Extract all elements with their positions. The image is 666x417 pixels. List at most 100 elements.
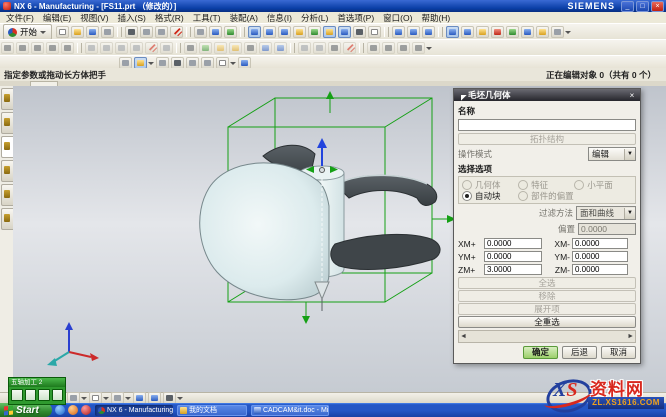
material-icon[interactable]: [506, 26, 519, 38]
rectangle-select-icon[interactable]: [216, 57, 229, 69]
select-arrow-icon[interactable]: [156, 57, 169, 69]
refresh-icon[interactable]: [308, 26, 321, 38]
restore-button[interactable]: □: [636, 1, 649, 12]
select-face-icon[interactable]: [171, 57, 184, 69]
rotate-view-icon[interactable]: [293, 26, 306, 38]
pager-left-icon[interactable]: ◄: [460, 333, 467, 340]
selection-filter-icon[interactable]: [119, 57, 132, 69]
snapshot-icon[interactable]: [536, 26, 549, 38]
undo-icon[interactable]: [194, 26, 207, 38]
new-part-icon[interactable]: [56, 26, 69, 38]
recorder-zoom-icon[interactable]: [25, 389, 37, 401]
minimize-button[interactable]: _: [621, 1, 634, 12]
redo-icon[interactable]: [209, 26, 222, 38]
command-finder-icon[interactable]: [224, 26, 237, 38]
select-all-button: 全选: [458, 277, 636, 289]
cut-icon[interactable]: [125, 26, 138, 38]
method-view-icon: [313, 42, 326, 54]
snap-enable-icon[interactable]: [134, 57, 147, 69]
pan-icon[interactable]: [278, 26, 291, 38]
taskbar-task-word[interactable]: CADCAM&it.doc - Mi...: [251, 405, 329, 416]
orient-view-icon[interactable]: [392, 26, 405, 38]
dropdown-arrow-icon[interactable]: ▼: [624, 149, 635, 160]
menu-assemblies[interactable]: 装配(A): [230, 12, 258, 24]
fit-view-icon[interactable]: [248, 26, 261, 38]
shaded-view-icon[interactable]: [323, 26, 336, 38]
zm-minus-input[interactable]: [572, 264, 628, 275]
resource-bar: [0, 86, 14, 392]
cancel-button[interactable]: 取消: [601, 346, 636, 359]
work-layer-icon[interactable]: [476, 26, 489, 38]
menu-window[interactable]: 窗口(O): [383, 12, 412, 24]
back-button[interactable]: 后退: [562, 346, 597, 359]
window-titlebar[interactable]: NX 6 - Manufacturing - [FS11.prt （修改的）] …: [0, 0, 666, 12]
taskbar-task-nx[interactable]: NX 6 - Manufacturing -...: [95, 405, 173, 416]
ym-minus-input[interactable]: [572, 251, 628, 262]
zoom-icon[interactable]: [263, 26, 276, 38]
shaded-with-edges-icon[interactable]: [338, 26, 351, 38]
recorder-stop-icon[interactable]: [52, 389, 64, 401]
delete-icon[interactable]: [170, 26, 183, 38]
measure-icon[interactable]: [491, 26, 504, 38]
paste-icon[interactable]: [155, 26, 168, 38]
start-app-button[interactable]: 开始: [3, 24, 52, 40]
print-icon[interactable]: [101, 26, 114, 38]
background-icon[interactable]: [368, 26, 381, 38]
task-label: 我的文档: [189, 405, 217, 415]
pager-right-icon[interactable]: ►: [627, 333, 634, 340]
dialog-titlebar[interactable]: 毛坯几何体 ×: [454, 89, 640, 101]
menu-preferences[interactable]: 首选项(P): [337, 12, 374, 24]
reselect-all-button[interactable]: 全重选: [458, 316, 636, 328]
highlight-icon[interactable]: [238, 57, 251, 69]
point-constructor-icon[interactable]: [461, 26, 474, 38]
menu-analysis[interactable]: 分析(L): [301, 12, 328, 24]
chevron-down-icon[interactable]: [230, 62, 236, 68]
toolbar-options-icon[interactable]: [426, 47, 432, 53]
selection-icon[interactable]: [521, 26, 534, 38]
toolbar-options-icon[interactable]: [565, 31, 571, 37]
ie-quicklaunch-icon[interactable]: [55, 405, 65, 415]
chevron-down-icon[interactable]: [148, 62, 154, 68]
menu-file[interactable]: 文件(F): [6, 12, 34, 24]
zm-plus-input[interactable]: [484, 264, 542, 275]
block-limits-grid: XM+ XM- YM+ YM- ZM+ ZM-: [458, 238, 636, 275]
auto-block-radio[interactable]: [462, 191, 472, 201]
xm-plus-input[interactable]: [484, 238, 542, 249]
select-curve-icon[interactable]: [201, 57, 214, 69]
menu-help[interactable]: 帮助(H): [421, 12, 450, 24]
recorder-hand-icon[interactable]: [11, 389, 23, 401]
propeller-blade-right[interactable]: [343, 175, 437, 205]
recorder-pause-icon[interactable]: [38, 389, 50, 401]
propeller-blade-front[interactable]: [200, 163, 329, 300]
start-button[interactable]: Start: [0, 403, 52, 417]
dialog-close-icon[interactable]: ×: [627, 91, 637, 100]
auto-block-radio-label: 自动块: [475, 190, 501, 202]
xm-minus-input[interactable]: [572, 238, 628, 249]
snap-point-icon[interactable]: [446, 26, 459, 38]
name-input[interactable]: [458, 119, 636, 131]
menu-tools[interactable]: 工具(T): [193, 12, 221, 24]
isometric-view-icon[interactable]: [422, 26, 435, 38]
ym-plus-input[interactable]: [484, 251, 542, 262]
menu-edit[interactable]: 编辑(E): [43, 12, 71, 24]
wireframe-view-icon[interactable]: [353, 26, 366, 38]
menu-format[interactable]: 格式(R): [155, 12, 184, 24]
close-button[interactable]: ×: [651, 1, 664, 12]
save-icon[interactable]: [86, 26, 99, 38]
select-edge-icon[interactable]: [186, 57, 199, 69]
copy-icon[interactable]: [140, 26, 153, 38]
menu-information[interactable]: 信息(I): [267, 12, 292, 24]
ruler-icon[interactable]: [551, 26, 564, 38]
taskbar-task-documents[interactable]: 我的文档: [177, 405, 247, 416]
mode-select[interactable]: 编辑 ▼: [588, 147, 636, 161]
menu-view[interactable]: 视图(V): [80, 12, 108, 24]
ok-button[interactable]: 确定: [523, 346, 558, 359]
open-icon[interactable]: [71, 26, 84, 38]
quicklaunch-icon[interactable]: [68, 405, 78, 415]
trimetric-view-icon[interactable]: [407, 26, 420, 38]
delete-toolpath-icon: [145, 42, 158, 54]
propeller-blade-bottom[interactable]: [331, 234, 440, 269]
quicklaunch-icon[interactable]: [81, 405, 91, 415]
prompt-message: 指定参数或拖动长方体把手: [0, 69, 106, 81]
menu-insert[interactable]: 插入(S): [118, 12, 146, 24]
